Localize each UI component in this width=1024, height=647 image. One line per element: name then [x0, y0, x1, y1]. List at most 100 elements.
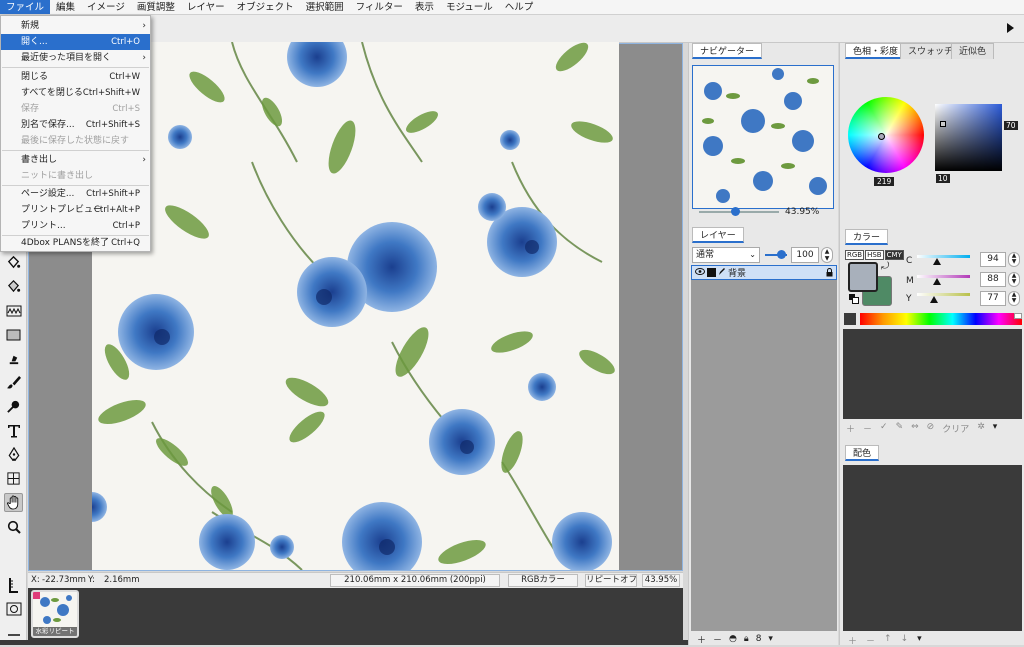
navigator-thumbnail[interactable] — [692, 65, 834, 209]
menu-item-recent[interactable]: 最近使った項目を開く › — [1, 50, 150, 66]
c-spinner[interactable]: ▲ ▼ — [1008, 252, 1020, 267]
sv-cursor[interactable] — [940, 121, 946, 127]
clear-button[interactable]: クリア — [942, 422, 969, 435]
y-knob[interactable] — [930, 296, 938, 303]
exchange-icon[interactable]: ⇔ — [911, 422, 919, 435]
menu-module[interactable]: モジュール — [440, 0, 499, 14]
y-slider[interactable] — [917, 293, 970, 296]
pen-tool-icon[interactable] — [4, 445, 23, 464]
menu-item-new[interactable]: 新規 › — [1, 18, 150, 34]
move-down-icon[interactable]: ↓ — [901, 634, 909, 647]
link-icon[interactable]: 8 — [756, 634, 762, 644]
zoom-level[interactable]: 43.95% — [642, 574, 680, 587]
opacity-input[interactable]: 100 — [791, 247, 819, 263]
expand-arrow-icon[interactable] — [1007, 23, 1014, 33]
tab-color[interactable]: カラー — [845, 229, 889, 245]
tab-similar-colors[interactable]: 近似色 — [951, 43, 995, 59]
move-up-icon[interactable]: ↑ — [884, 634, 892, 647]
hue-cursor[interactable] — [878, 133, 885, 140]
document-canvas[interactable] — [92, 42, 619, 570]
menu-file[interactable]: ファイル — [0, 0, 51, 14]
quick-mask-icon[interactable] — [4, 599, 23, 618]
eyedropper-tool-icon[interactable] — [4, 397, 23, 416]
menu-item-close[interactable]: 閉じる Ctrl+W — [1, 69, 150, 85]
crop-tool-icon[interactable] — [4, 469, 23, 488]
menu-filter[interactable]: フィルター — [350, 0, 409, 14]
menu-item-open[interactable]: 開く... Ctrl+O — [1, 34, 150, 50]
menu-object[interactable]: オブジェクト — [231, 0, 300, 14]
ruler-icon[interactable] — [4, 575, 23, 594]
menu-item-print[interactable]: プリント... Ctrl+P — [1, 218, 150, 234]
menu-view[interactable]: 表示 — [409, 0, 440, 14]
menu-help[interactable]: ヘルプ — [499, 0, 540, 14]
saturation-value-box[interactable] — [935, 104, 1002, 171]
y-input[interactable]: 77 — [980, 291, 1006, 306]
delete-layer-icon[interactable]: － — [713, 633, 722, 646]
blend-mode-select[interactable]: 通常 ⌄ — [692, 247, 760, 263]
mode-cmy[interactable]: CMY — [884, 250, 904, 260]
menu-item-print-preview[interactable]: プリントプレビュー Ctrl+Alt+P — [1, 202, 150, 218]
remove-color-icon[interactable]: － — [863, 422, 872, 435]
c-knob[interactable] — [933, 258, 941, 265]
menu-adjust[interactable]: 画質調整 — [131, 0, 181, 14]
c-slider[interactable] — [917, 255, 970, 258]
no-color-icon[interactable]: ⊘ — [927, 422, 935, 435]
gear-icon[interactable]: ✲ — [977, 422, 985, 435]
remove-scheme-icon[interactable]: － — [866, 634, 875, 647]
color-mode[interactable]: RGBカラー — [508, 574, 578, 587]
y-spinner[interactable]: ▲ ▼ — [1008, 291, 1020, 306]
text-tool-icon[interactable] — [4, 421, 23, 440]
black-swatch[interactable] — [844, 313, 856, 325]
gradient-fill-tool-icon[interactable] — [4, 277, 23, 296]
repeat-mode[interactable]: リピートオフ — [585, 574, 637, 587]
eye-icon[interactable] — [695, 267, 705, 278]
paint-bucket-tool-icon[interactable] — [4, 253, 23, 272]
menu-item-page-setup[interactable]: ページ設定... Ctrl+Shift+P — [1, 186, 150, 202]
menu-select[interactable]: 選択範囲 — [300, 0, 350, 14]
add-scheme-icon[interactable]: ＋ — [848, 634, 857, 647]
c-input[interactable]: 94 — [980, 252, 1006, 267]
stamp-tool-icon[interactable] — [4, 349, 23, 368]
menu-layer[interactable]: レイヤー — [181, 0, 231, 14]
menu-item-export[interactable]: 書き出し › — [1, 152, 150, 168]
menu-image[interactable]: イメージ — [81, 0, 131, 14]
add-color-icon[interactable]: ＋ — [846, 422, 855, 435]
add-layer-icon[interactable]: ＋ — [697, 633, 706, 646]
more-icon[interactable]: ▾ — [768, 634, 773, 644]
scheme-menu-icon[interactable]: ▾ — [917, 634, 922, 647]
color-spectrum-bar[interactable] — [860, 313, 1022, 325]
tab-navigator[interactable]: ナビゲーター — [692, 43, 763, 59]
tab-color-scheme[interactable]: 配色 — [845, 445, 880, 461]
zoom-tool-icon[interactable] — [4, 517, 23, 536]
rectangle-tool-icon[interactable] — [4, 325, 23, 344]
menu-item-quit[interactable]: 4Dbox PLANSを終了 Ctrl+Q — [1, 235, 150, 251]
menu-edit[interactable]: 編集 — [50, 0, 81, 14]
opacity-knob[interactable] — [777, 250, 786, 259]
opacity-spinner[interactable]: ▲ ▼ — [821, 247, 833, 263]
navigator-zoom-knob[interactable] — [731, 207, 740, 216]
mask-icon[interactable]: ◓ — [729, 634, 737, 644]
tab-layers[interactable]: レイヤー — [692, 227, 744, 243]
m-spinner[interactable]: ▲ ▼ — [1008, 272, 1020, 287]
menu-item-close-all[interactable]: すべてを閉じる Ctrl+Shift+W — [1, 85, 150, 101]
menu-item-save-as[interactable]: 別名で保存... Ctrl+Shift+S — [1, 117, 150, 133]
mode-rgb[interactable]: RGB — [845, 250, 865, 260]
tab-hue-saturation[interactable]: 色相・彩度 — [845, 43, 907, 59]
m-input[interactable]: 88 — [980, 272, 1006, 287]
m-slider[interactable] — [917, 275, 970, 278]
default-colors-icon[interactable] — [849, 294, 859, 304]
check-icon[interactable]: ✓ — [880, 422, 888, 435]
brush-tool-icon[interactable] — [4, 373, 23, 392]
m-knob[interactable] — [933, 278, 941, 285]
swap-colors-icon[interactable]: ⤾ — [881, 261, 889, 272]
document-thumbnail[interactable]: 水彩リピート — [31, 590, 79, 638]
lock-layer-icon[interactable]: 🔒︎ — [744, 634, 749, 644]
edit-icon[interactable]: ✎ — [896, 422, 904, 435]
white-swatch[interactable] — [1014, 313, 1022, 319]
hand-tool-icon[interactable] — [4, 493, 23, 512]
layer-row-background[interactable]: 背景 — [691, 265, 837, 280]
menu-arrow-icon[interactable]: ▾ — [993, 422, 998, 435]
pattern-tool-icon[interactable] — [4, 301, 23, 320]
mode-hsb[interactable]: HSB — [865, 250, 884, 260]
foreground-color-swatch[interactable] — [848, 262, 878, 292]
